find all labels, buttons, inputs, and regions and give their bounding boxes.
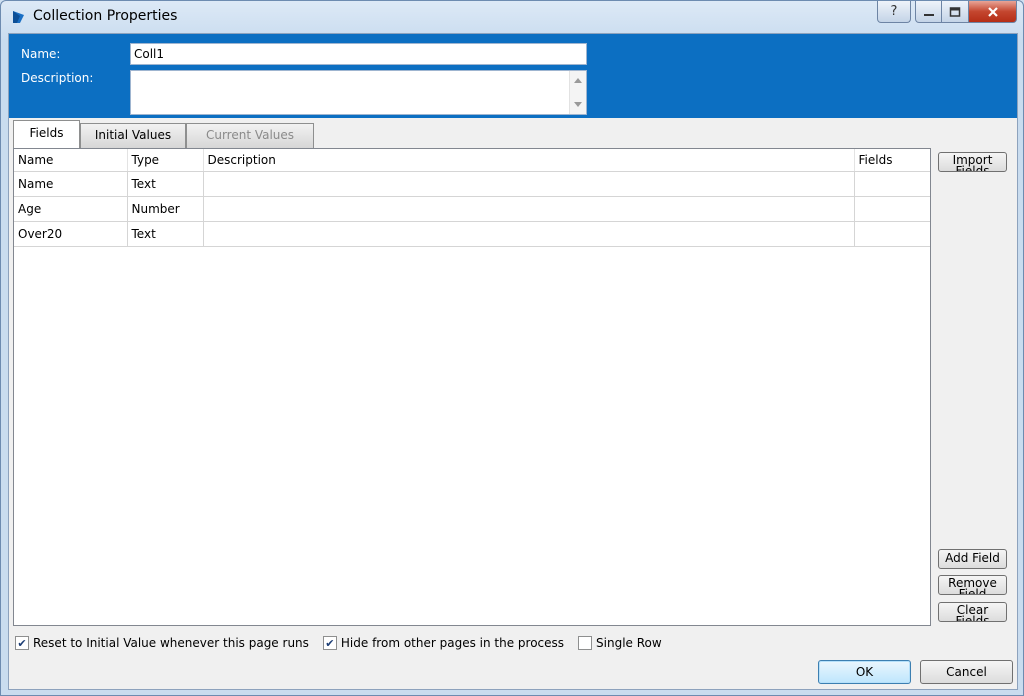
reset-initial-checkbox[interactable]: ✔ Reset to Initial Value whenever this p…: [15, 636, 309, 650]
dialog-body: Name: Description: Initial Values Curren…: [8, 33, 1018, 690]
single-row-checkbox[interactable]: Single Row: [578, 636, 662, 650]
cell-name[interactable]: Name: [14, 171, 128, 197]
cell-name[interactable]: Over20: [14, 221, 128, 247]
minimize-button[interactable]: [915, 1, 942, 23]
grid-header-row: Name Type Description Fields: [14, 149, 930, 172]
maximize-icon: [949, 6, 961, 17]
cancel-button[interactable]: Cancel: [920, 660, 1013, 684]
cell-description[interactable]: [203, 196, 855, 222]
hide-other-pages-label[interactable]: Hide from other pages in the process: [341, 636, 564, 650]
clear-fields-button[interactable]: Clear Fields: [938, 602, 1007, 622]
cell-type[interactable]: Text: [127, 221, 204, 247]
description-label: Description:: [21, 71, 94, 85]
tab-fields[interactable]: Fields: [13, 120, 80, 148]
cell-fields[interactable]: [854, 221, 930, 247]
table-row[interactable]: Age Number: [14, 196, 930, 222]
ok-button[interactable]: OK: [818, 660, 911, 684]
fields-table: Name Type Description Fields Name Text A: [14, 149, 930, 247]
cell-fields[interactable]: [854, 196, 930, 222]
description-input[interactable]: [130, 70, 587, 115]
checkmark-icon[interactable]: ✔: [15, 636, 29, 650]
cell-fields[interactable]: [854, 171, 930, 197]
remove-field-button[interactable]: Remove Field: [938, 575, 1007, 595]
tab-initial-values[interactable]: Initial Values: [80, 123, 186, 148]
name-label: Name:: [21, 47, 61, 61]
fields-grid[interactable]: Name Type Description Fields Name Text A: [13, 148, 931, 626]
cell-type[interactable]: Number: [127, 196, 204, 222]
reset-initial-label[interactable]: Reset to Initial Value whenever this pag…: [33, 636, 309, 650]
cell-description[interactable]: [203, 221, 855, 247]
caption-buttons: ?: [877, 1, 1017, 23]
column-header-type[interactable]: Type: [127, 149, 204, 172]
name-input[interactable]: [130, 43, 587, 65]
single-row-label[interactable]: Single Row: [596, 636, 662, 650]
tab-current-values[interactable]: Current Values: [186, 123, 314, 148]
close-button[interactable]: [969, 1, 1017, 23]
column-header-name[interactable]: Name: [14, 149, 128, 172]
help-button[interactable]: ?: [877, 1, 911, 23]
import-fields-button[interactable]: Import Fields: [938, 152, 1007, 172]
title-bar[interactable]: Collection Properties ?: [1, 1, 1023, 33]
options-row: ✔ Reset to Initial Value whenever this p…: [15, 634, 676, 652]
minimize-icon: [923, 13, 934, 16]
window-title: Collection Properties: [33, 8, 178, 24]
column-header-description[interactable]: Description: [203, 149, 855, 172]
header-panel: Name: Description:: [9, 34, 1017, 118]
app-logo-icon: [13, 11, 24, 23]
cell-description[interactable]: [203, 171, 855, 197]
maximize-button[interactable]: [942, 1, 969, 23]
scroll-up-icon[interactable]: [574, 78, 582, 83]
checkmark-icon[interactable]: ✔: [322, 636, 337, 650]
cell-name[interactable]: Age: [14, 196, 128, 222]
column-header-fields[interactable]: Fields: [854, 149, 930, 172]
add-field-button[interactable]: Add Field: [938, 549, 1007, 569]
table-row[interactable]: Over20 Text: [14, 221, 930, 247]
close-icon: [987, 6, 998, 17]
unchecked-box-icon[interactable]: [578, 636, 593, 650]
collection-properties-window: Collection Properties ? Name: Descriptio…: [0, 0, 1024, 696]
cell-type[interactable]: Text: [127, 171, 204, 197]
table-row[interactable]: Name Text: [14, 171, 930, 197]
scroll-down-icon[interactable]: [574, 102, 582, 107]
hide-other-pages-checkbox[interactable]: ✔ Hide from other pages in the process: [322, 636, 564, 650]
description-scrollbar[interactable]: [569, 71, 586, 114]
